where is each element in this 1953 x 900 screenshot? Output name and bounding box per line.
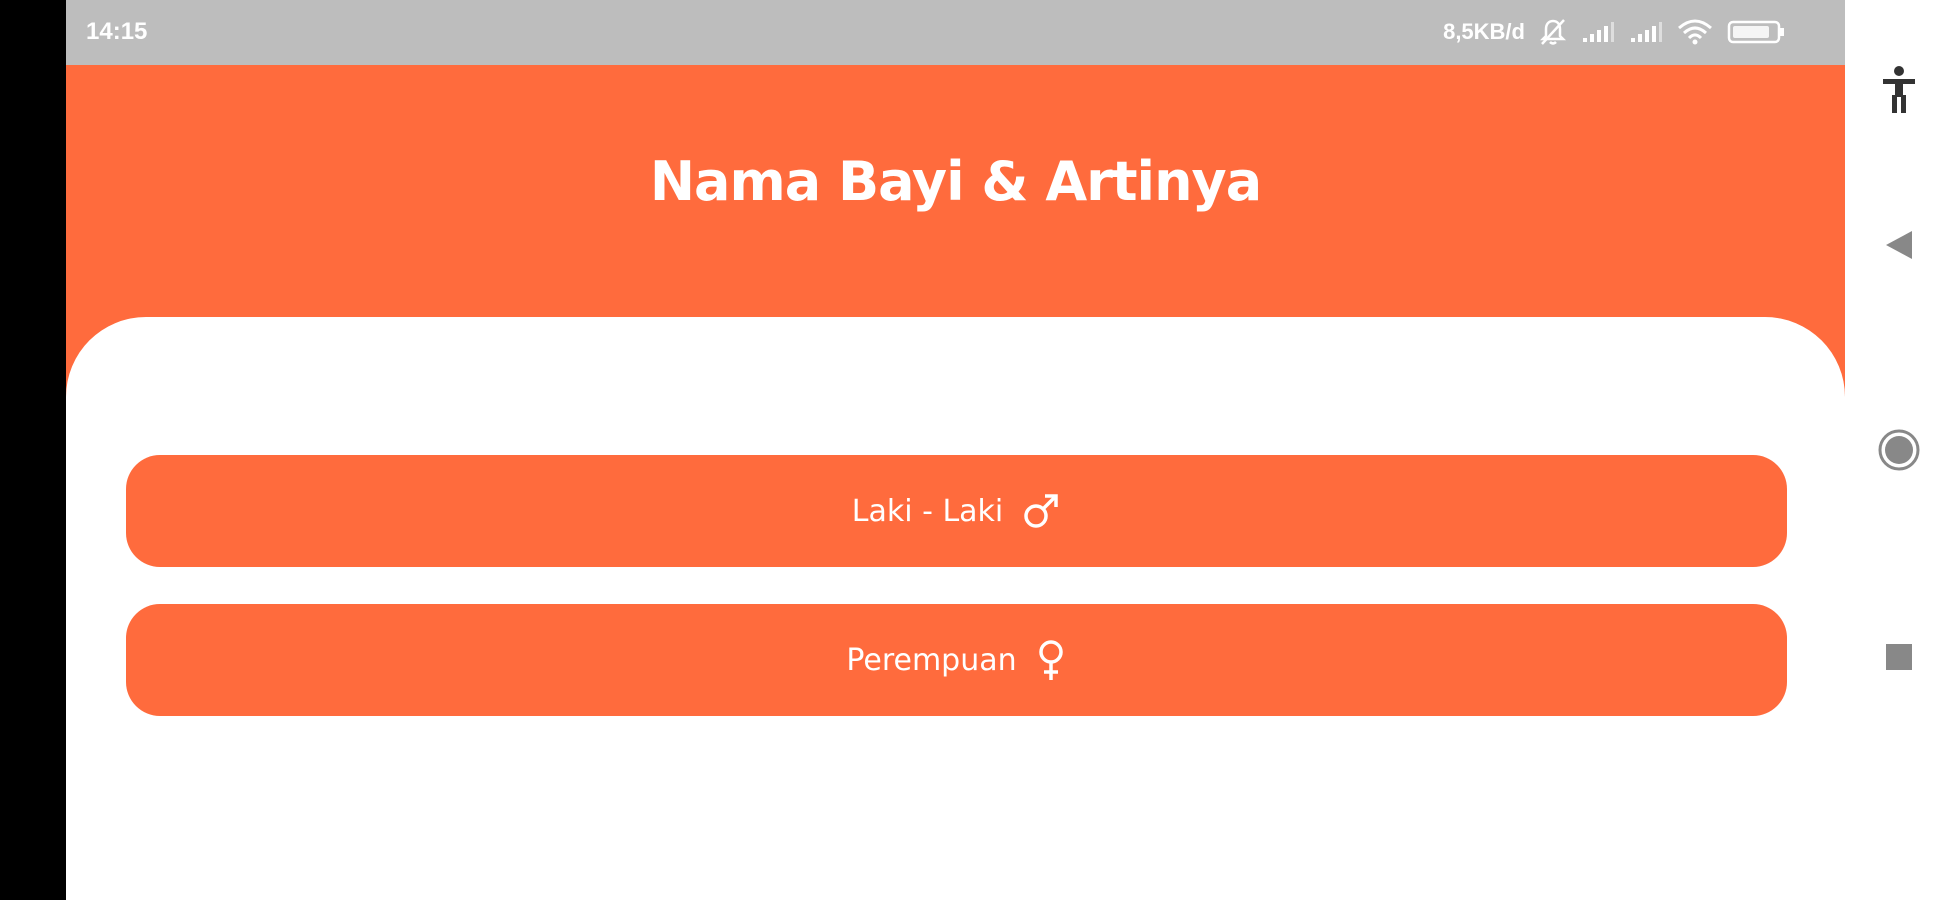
accessibility-icon[interactable] — [1845, 62, 1953, 118]
status-bar: 14:15 8,5KB/d — [66, 0, 1845, 65]
recents-icon[interactable] — [1845, 640, 1953, 674]
status-indicators: 8,5KB/d — [1443, 14, 1785, 50]
male-button[interactable]: Laki - Laki — [126, 455, 1787, 567]
mute-notification-icon — [1539, 17, 1567, 47]
male-button-label: Laki - Laki — [851, 493, 1004, 529]
battery-icon — [1727, 19, 1785, 45]
app-window: 14:15 8,5KB/d Nama Bayi & Artinya Laki -… — [66, 0, 1845, 900]
left-black-bar — [0, 0, 66, 900]
home-icon[interactable] — [1845, 428, 1953, 472]
female-button[interactable]: Perempuan — [126, 604, 1787, 716]
signal-icon — [1581, 20, 1615, 44]
navigation-bar — [1845, 0, 1953, 900]
page-title: Nama Bayi & Artinya — [649, 150, 1262, 213]
female-button-label: Perempuan — [846, 642, 1017, 678]
screen: 14:15 8,5KB/d Nama Bayi & Artinya Laki -… — [0, 0, 1953, 900]
network-speed: 8,5KB/d — [1443, 19, 1525, 44]
status-time: 14:15 — [86, 18, 148, 45]
female-symbol-icon — [1035, 638, 1067, 682]
male-symbol-icon — [1021, 491, 1061, 531]
wifi-icon — [1677, 18, 1713, 46]
back-icon[interactable] — [1845, 225, 1953, 265]
signal-icon — [1629, 20, 1663, 44]
